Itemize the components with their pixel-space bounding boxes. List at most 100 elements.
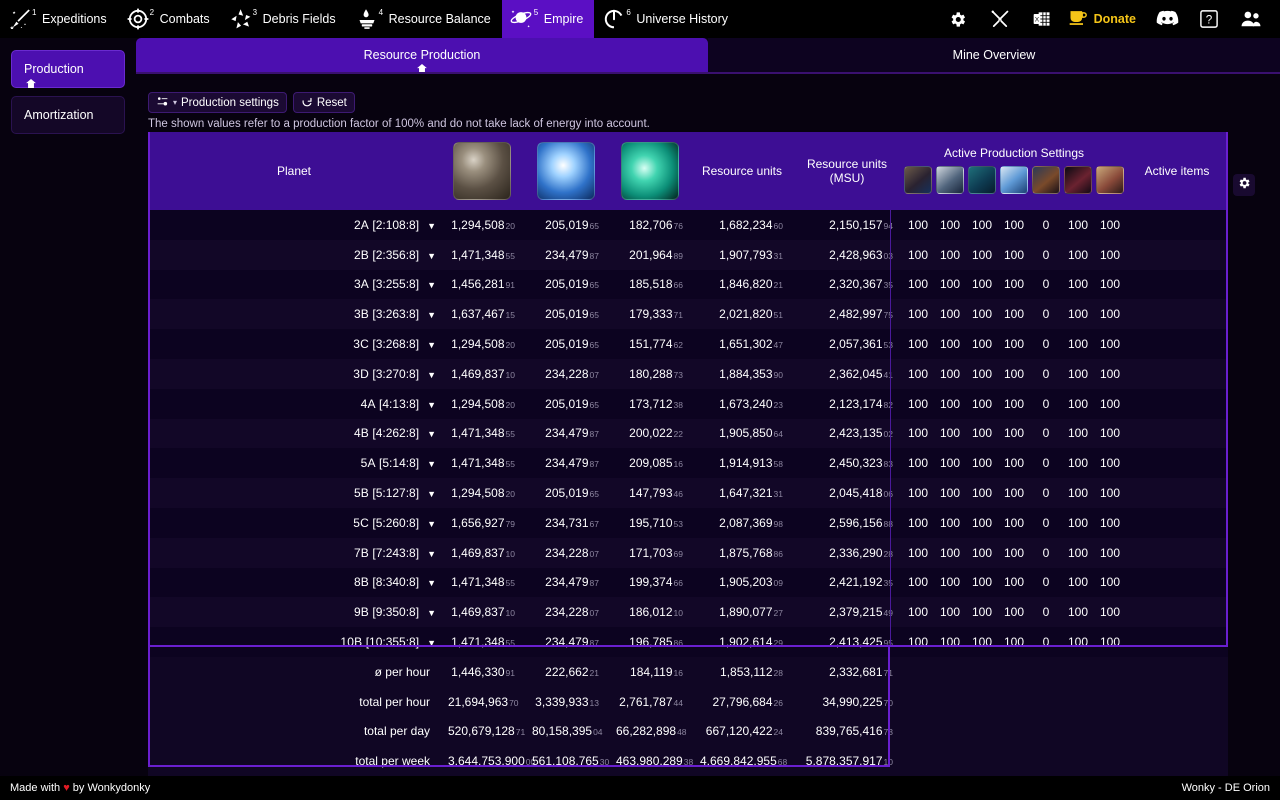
table-row[interactable]: 4B [4:262:8] ▼ 1,471,34855 234,47987 200,022… [148,418,1228,449]
production-setting-5[interactable]: 100 [1062,329,1094,359]
production-setting-3[interactable]: 100 [998,240,1030,270]
excel-export-button[interactable]: X [1021,0,1063,38]
planet-cell[interactable]: 3A [3:255:8] ▼ [148,270,440,300]
nav-item-debris-fields[interactable]: 3 Debris Fields [221,0,347,38]
production-setting-0[interactable]: 100 [902,419,934,449]
production-setting-1[interactable]: 100 [934,448,966,478]
production-setting-3[interactable]: 100 [998,329,1030,359]
production-setting-6[interactable]: 100 [1094,419,1126,449]
production-setting-5[interactable]: 100 [1062,359,1094,389]
production-setting-5[interactable]: 100 [1062,299,1094,329]
production-setting-4[interactable]: 0 [1030,508,1062,538]
production-setting-3[interactable]: 100 [998,448,1030,478]
table-row[interactable]: 5B [5:127:8] ▼ 1,294,50820 205,01965 147,793… [148,478,1228,508]
planet-cell[interactable]: 2B [2:356:8] ▼ [148,240,440,270]
col-header-resource-units-msu[interactable]: Resource units (MSU) [792,132,902,210]
deuterium-synthesizer-icon[interactable] [968,166,996,194]
production-setting-4[interactable]: 0 [1030,568,1062,598]
nav-item-empire[interactable]: 5 Empire [501,0,595,38]
production-setting-0[interactable]: 100 [902,538,934,568]
production-setting-5[interactable]: 100 [1062,597,1094,627]
table-row[interactable]: 3B [3:263:8] ▼ 1,637,46715 205,01965 179,333… [148,299,1228,330]
production-setting-4[interactable]: 0 [1030,538,1062,568]
production-setting-4[interactable]: 0 [1030,299,1062,329]
production-setting-6[interactable]: 100 [1094,627,1126,657]
chevron-down-icon[interactable]: ▼ [427,608,436,618]
production-setting-1[interactable]: 100 [934,270,966,300]
table-row[interactable]: 5A [5:14:8] ▼ 1,471,34855 234,47987 209,0851… [148,448,1228,479]
discord-button[interactable] [1146,0,1188,38]
tab-mine-overview[interactable]: Mine Overview [708,38,1280,72]
planet-cell[interactable]: 4A [4:13:8] ▼ [148,389,440,419]
production-setting-6[interactable]: 100 [1094,508,1126,538]
production-setting-4[interactable]: 0 [1030,270,1062,300]
production-setting-4[interactable]: 0 [1030,419,1062,449]
production-setting-2[interactable]: 100 [966,538,998,568]
production-setting-2[interactable]: 100 [966,568,998,598]
production-setting-3[interactable]: 100 [998,568,1030,598]
production-setting-2[interactable]: 100 [966,329,998,359]
chevron-down-icon[interactable]: ▼ [427,310,436,320]
donate-button[interactable]: Donate [1063,0,1146,38]
chevron-down-icon[interactable]: ▼ [427,221,436,231]
production-setting-0[interactable]: 100 [902,240,934,270]
table-row[interactable]: 7B [7:243:8] ▼ 1,469,83710 234,22807 171,703… [148,537,1228,568]
production-setting-6[interactable]: 100 [1094,329,1126,359]
nav-item-resource-balance[interactable]: 4 Resource Balance [347,0,502,38]
col-header-deuterium[interactable] [608,132,692,210]
production-setting-4[interactable]: 0 [1030,597,1062,627]
production-setting-3[interactable]: 100 [998,419,1030,449]
sidebar-item-production[interactable]: Production [11,50,125,88]
production-setting-2[interactable]: 100 [966,359,998,389]
chevron-down-icon[interactable]: ▼ [427,578,436,588]
planet-cell[interactable]: 5A [5:14:8] ▼ [148,448,440,478]
production-setting-5[interactable]: 100 [1062,389,1094,419]
production-setting-1[interactable]: 100 [934,508,966,538]
col-header-active-items[interactable]: Active items [1126,132,1228,210]
col-header-resource-units[interactable]: Resource units [692,132,792,210]
chevron-down-icon[interactable]: ▼ [427,400,436,410]
production-setting-2[interactable]: 100 [966,508,998,538]
nav-item-combats[interactable]: 2 Combats [118,0,221,38]
crawler-icon[interactable] [1096,166,1124,194]
planet-cell[interactable]: 4B [4:262:8] ▼ [148,419,440,449]
production-setting-5[interactable]: 100 [1062,478,1094,508]
solar-satellite-icon[interactable] [1064,166,1092,194]
production-setting-1[interactable]: 100 [934,329,966,359]
production-setting-3[interactable]: 100 [998,627,1030,657]
production-setting-0[interactable]: 100 [902,627,934,657]
production-setting-6[interactable]: 100 [1094,389,1126,419]
production-setting-3[interactable]: 100 [998,597,1030,627]
table-row[interactable]: 3A [3:255:8] ▼ 1,456,28191 205,01965 185,518… [148,269,1228,300]
production-setting-2[interactable]: 100 [966,299,998,329]
table-row[interactable]: 9B [9:350:8] ▼ 1,469,83710 234,22807 186,012… [148,597,1228,628]
production-setting-6[interactable]: 100 [1094,299,1126,329]
planet-cell[interactable]: 3C [3:268:8] ▼ [148,329,440,359]
production-setting-6[interactable]: 100 [1094,478,1126,508]
production-setting-1[interactable]: 100 [934,597,966,627]
nav-item-universe-history[interactable]: 6 Universe History [594,0,739,38]
production-setting-6[interactable]: 100 [1094,359,1126,389]
production-setting-3[interactable]: 100 [998,299,1030,329]
production-setting-4[interactable]: 0 [1030,478,1062,508]
chevron-down-icon[interactable]: ▼ [427,429,436,439]
production-setting-1[interactable]: 100 [934,568,966,598]
production-setting-2[interactable]: 100 [966,240,998,270]
production-setting-5[interactable]: 100 [1062,448,1094,478]
production-setting-5[interactable]: 100 [1062,627,1094,657]
production-setting-6[interactable]: 100 [1094,538,1126,568]
production-setting-5[interactable]: 100 [1062,568,1094,598]
col-header-planet[interactable]: Planet [148,132,440,210]
production-setting-4[interactable]: 0 [1030,359,1062,389]
production-setting-0[interactable]: 100 [902,329,934,359]
production-setting-2[interactable]: 100 [966,627,998,657]
chevron-down-icon[interactable]: ▼ [427,549,436,559]
production-setting-6[interactable]: 100 [1094,210,1126,240]
production-setting-2[interactable]: 100 [966,419,998,449]
planet-cell[interactable]: 7B [7:243:8] ▼ [148,538,440,568]
table-row[interactable]: 3C [3:268:8] ▼ 1,294,50820 205,01965 151,774… [148,329,1228,359]
production-setting-4[interactable]: 0 [1030,210,1062,240]
crystal-mine-icon[interactable] [936,166,964,194]
production-setting-0[interactable]: 100 [902,448,934,478]
production-setting-0[interactable]: 100 [902,389,934,419]
